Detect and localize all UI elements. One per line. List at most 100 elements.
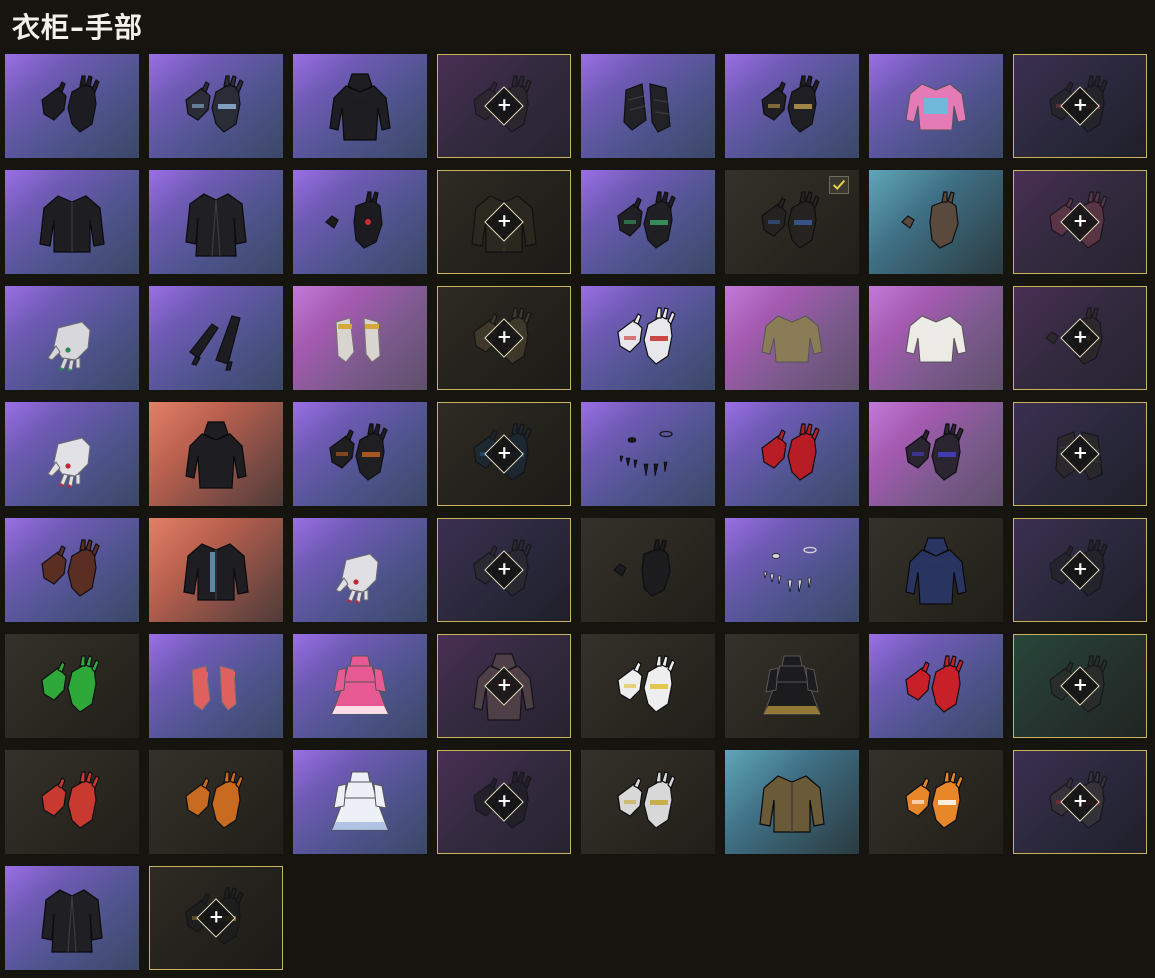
wardrobe-slot-locked-gold-black-gloves[interactable]: + xyxy=(149,866,283,970)
plus-glyph: + xyxy=(1072,674,1088,696)
red-studded-gloves-icon xyxy=(892,650,980,722)
wardrobe-slot-hooded-dress[interactable] xyxy=(869,518,1003,622)
white-tied-shirt-icon xyxy=(892,302,980,374)
wardrobe-slot-hooded-jumpsuit[interactable] xyxy=(149,402,283,506)
wardrobe-slot-red-racing-gloves[interactable] xyxy=(5,750,139,854)
wardrobe-slot-tan-fingerless-gloves[interactable] xyxy=(869,170,1003,274)
wardrobe-slot-black-gold-dress[interactable] xyxy=(725,634,859,738)
plus-glyph: + xyxy=(1072,94,1088,116)
wardrobe-slot-camo-tied-shirt[interactable] xyxy=(725,286,859,390)
wardrobe-slot-locked-pink-gloves[interactable]: + xyxy=(1013,170,1147,274)
wardrobe-slot-red-latex-gloves[interactable] xyxy=(725,402,859,506)
gold-studded-gloves-icon xyxy=(748,186,836,258)
wardrobe-slot-locked-black-gloves-2[interactable]: + xyxy=(437,750,571,854)
wardrobe-slot-long-black-gloves[interactable] xyxy=(149,286,283,390)
wardrobe-slot-locked-mesh-gloves[interactable]: + xyxy=(1013,634,1147,738)
pink-dress-icon xyxy=(316,650,404,722)
gold-trim-gloves-icon xyxy=(748,70,836,142)
long-black-gloves-icon xyxy=(172,302,260,374)
wardrobe-slot-locked-arm-guards[interactable]: + xyxy=(1013,402,1147,506)
wardrobe-slot-red-hands[interactable] xyxy=(149,634,283,738)
wardrobe-slot-gold-trim-gloves[interactable] xyxy=(725,54,859,158)
orange-racing-gloves-icon xyxy=(172,766,260,838)
wardrobe-slot-locked-armored-sleeves[interactable]: + xyxy=(437,634,571,738)
gold-bangle-hands-icon xyxy=(316,302,404,374)
tan-fingerless-gloves-icon xyxy=(892,186,980,258)
plus-glyph: + xyxy=(208,906,224,928)
green-gloves-icon xyxy=(28,650,116,722)
wardrobe-slot-locked-grey-gloves[interactable]: + xyxy=(437,518,571,622)
wardrobe-slot-claw-nails[interactable] xyxy=(581,402,715,506)
studded-fingerless-icon xyxy=(604,534,692,606)
wardrobe-slot-white-hand-ring[interactable] xyxy=(5,286,139,390)
wardrobe-slot-locked-ornate-gloves[interactable]: + xyxy=(1013,54,1147,158)
purple-tip-gloves-icon xyxy=(892,418,980,490)
plus-glyph: + xyxy=(496,558,512,580)
wardrobe-slot-white-hand-red-nails[interactable] xyxy=(5,402,139,506)
wardrobe-slot-locked-blue-gloves[interactable]: + xyxy=(437,402,571,506)
red-gem-glove-icon xyxy=(316,186,404,258)
wardrobe-slot-pink-crop-top[interactable] xyxy=(869,54,1003,158)
wardrobe-slot-fingerless-sleeves[interactable] xyxy=(581,54,715,158)
green-finger-gloves-icon xyxy=(604,186,692,258)
red-racing-gloves-icon xyxy=(28,766,116,838)
wardrobe-slot-white-tied-shirt[interactable] xyxy=(869,286,1003,390)
wardrobe-slot-black-trench-jacket[interactable] xyxy=(5,866,139,970)
wardrobe-slot-rainbow-knuckle-gloves[interactable] xyxy=(293,402,427,506)
wardrobe-slot-long-black-coat[interactable] xyxy=(149,170,283,274)
wardrobe-slot-white-yellow-gloves[interactable] xyxy=(581,750,715,854)
wardrobe-slot-red-gem-glove[interactable] xyxy=(293,170,427,274)
black-gloves-icon xyxy=(28,70,116,142)
rainbow-knuckle-gloves-icon xyxy=(316,418,404,490)
wardrobe-slot-white-gold-gloves[interactable] xyxy=(581,634,715,738)
plus-glyph: + xyxy=(1072,326,1088,348)
wardrobe-slot-green-finger-gloves[interactable] xyxy=(581,170,715,274)
white-gold-gloves-icon xyxy=(604,650,692,722)
red-latex-gloves-icon xyxy=(748,418,836,490)
wardrobe-slot-tiny-claws[interactable] xyxy=(725,518,859,622)
wardrobe-slot-scarf-jacket[interactable] xyxy=(149,518,283,622)
wardrobe-slot-black-gloves[interactable] xyxy=(5,54,139,158)
wardrobe-slot-locked-camo-jacket[interactable]: + xyxy=(437,170,571,274)
wardrobe-slot-green-gloves[interactable] xyxy=(5,634,139,738)
wardrobe-slot-locked-olive-gloves[interactable]: + xyxy=(437,286,571,390)
brown-strap-gloves-icon xyxy=(28,534,116,606)
white-hand-red-nails-icon xyxy=(28,418,116,490)
wardrobe-slot-leopard-jacket[interactable] xyxy=(725,750,859,854)
wardrobe-slot-locked-gold-wrap-glove[interactable]: + xyxy=(1013,286,1147,390)
blue-cuff-gloves-icon xyxy=(172,70,260,142)
wardrobe-slot-pink-dress[interactable] xyxy=(293,634,427,738)
pink-crop-top-icon xyxy=(892,70,980,142)
wardrobe-slot-red-white-gloves[interactable] xyxy=(581,286,715,390)
scarf-jacket-icon xyxy=(172,534,260,606)
camo-tied-shirt-icon xyxy=(748,302,836,374)
plus-glyph: + xyxy=(496,94,512,116)
equipped-check-icon xyxy=(829,176,849,194)
wardrobe-slot-blue-cuff-gloves[interactable] xyxy=(149,54,283,158)
wardrobe-slot-hooded-bodysuit[interactable] xyxy=(293,54,427,158)
plus-glyph: + xyxy=(1072,442,1088,464)
plus-glyph: + xyxy=(496,790,512,812)
wardrobe-slot-locked-black-gloves[interactable]: + xyxy=(1013,518,1147,622)
wardrobe-slot-brown-strap-gloves[interactable] xyxy=(5,518,139,622)
wardrobe-slot-red-studded-gloves[interactable] xyxy=(869,634,1003,738)
white-yellow-gloves-icon xyxy=(604,766,692,838)
plus-glyph: + xyxy=(496,210,512,232)
wardrobe-slot-gold-studded-gloves[interactable] xyxy=(725,170,859,274)
wardrobe-slot-gold-bangle-hands[interactable] xyxy=(293,286,427,390)
hooded-bodysuit-icon xyxy=(316,70,404,142)
red-white-gloves-icon xyxy=(604,302,692,374)
long-black-coat-icon xyxy=(172,186,260,258)
black-gold-dress-icon xyxy=(748,650,836,722)
wardrobe-slot-studded-fingerless[interactable] xyxy=(581,518,715,622)
wardrobe-slot-purple-tip-gloves[interactable] xyxy=(869,402,1003,506)
wardrobe-slot-orange-white-gloves[interactable] xyxy=(869,750,1003,854)
wardrobe-slot-locked-dark-gloves[interactable]: + xyxy=(437,54,571,158)
wardrobe-slot-locked-red-grey-gloves[interactable]: + xyxy=(1013,750,1147,854)
wardrobe-slot-white-frill-dress[interactable] xyxy=(293,750,427,854)
wardrobe-slot-black-leather-jacket[interactable] xyxy=(5,170,139,274)
wardrobe-slot-white-hand-ring-2[interactable] xyxy=(293,518,427,622)
wardrobe-slot-orange-racing-gloves[interactable] xyxy=(149,750,283,854)
hooded-jumpsuit-icon xyxy=(172,418,260,490)
hooded-dress-icon xyxy=(892,534,980,606)
